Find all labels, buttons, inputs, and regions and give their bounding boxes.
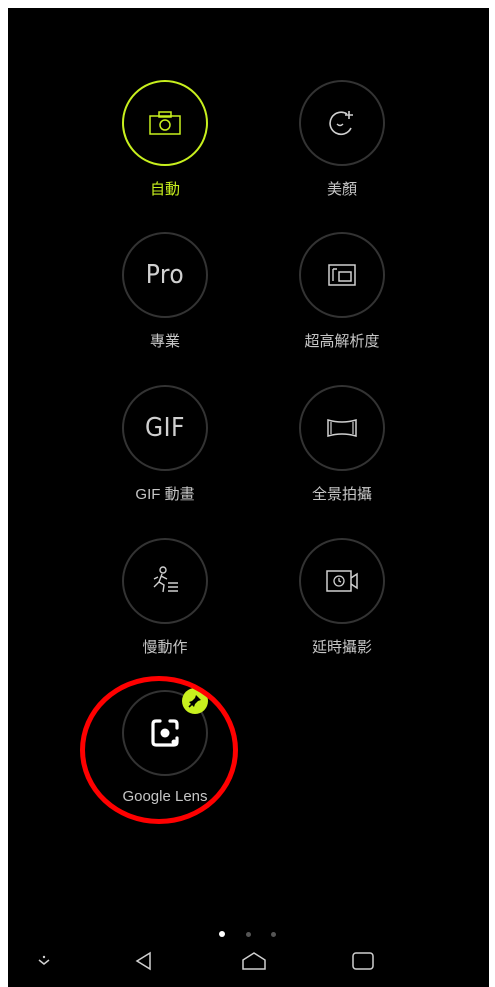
mode-auto-button[interactable] (122, 80, 208, 166)
mode-gif[interactable]: GIF GIF 動畫 (105, 385, 225, 504)
pro-text-icon: Pro (145, 260, 185, 290)
mode-auto[interactable]: 自動 (105, 80, 225, 199)
page-indicator (0, 924, 495, 942)
mode-superres-label: 超高解析度 (304, 333, 380, 350)
mode-panorama-button[interactable] (299, 385, 385, 471)
collapse-button[interactable] (24, 946, 64, 976)
mode-slowmo-label: 慢動作 (142, 639, 188, 656)
mode-slowmo-button[interactable] (122, 538, 208, 624)
page-dot-3 (270, 932, 276, 937)
border-right (489, 0, 495, 987)
camera-icon (149, 111, 181, 135)
beauty-face-icon (329, 111, 353, 136)
super-resolution-icon (328, 264, 356, 286)
mode-time-lapse[interactable]: 延時攝影 (282, 538, 402, 657)
recents-button[interactable] (343, 946, 383, 976)
highlight-ring (80, 676, 238, 824)
gif-text-icon: GIF (145, 413, 185, 443)
mode-beauty-label: 美顏 (326, 181, 357, 198)
border-left (0, 0, 8, 987)
border-top (0, 0, 495, 8)
back-button[interactable] (124, 946, 164, 976)
mode-slow-motion[interactable]: 慢動作 (105, 538, 225, 657)
mode-beauty[interactable]: 美顏 (282, 80, 402, 199)
mode-timelapse-button[interactable] (299, 538, 385, 624)
mode-superres-button[interactable] (299, 232, 385, 318)
home-button[interactable] (234, 946, 274, 976)
panorama-icon (327, 419, 357, 437)
back-icon (135, 951, 151, 971)
mode-gif-button[interactable]: GIF (122, 385, 208, 471)
mode-pro-button[interactable]: Pro (122, 232, 208, 318)
mode-pro-label: 專業 (149, 333, 180, 350)
home-icon (242, 952, 266, 970)
mode-super-resolution[interactable]: 超高解析度 (282, 232, 402, 351)
mode-gif-label: GIF 動畫 (135, 486, 195, 503)
slow-motion-icon (153, 566, 178, 593)
mode-timelapse-label: 延時攝影 (311, 639, 372, 656)
mode-beauty-button[interactable] (299, 80, 385, 166)
recents-icon (352, 952, 374, 970)
time-lapse-icon (326, 570, 358, 592)
mode-pro[interactable]: Pro 專業 (105, 232, 225, 351)
navigation-bar (0, 946, 495, 976)
mode-panorama[interactable]: 全景拍攝 (282, 385, 402, 504)
page-dot-1 (219, 931, 226, 937)
camera-mode-screen: 自動 美顏 Pro 專業 超高解析度 GIF GIF 動畫 全景拍攝 慢動作 延… (0, 0, 495, 987)
mode-auto-label: 自動 (149, 181, 180, 198)
collapse-icon (38, 955, 50, 965)
mode-panorama-label: 全景拍攝 (311, 486, 372, 503)
page-dot-2 (245, 932, 251, 937)
